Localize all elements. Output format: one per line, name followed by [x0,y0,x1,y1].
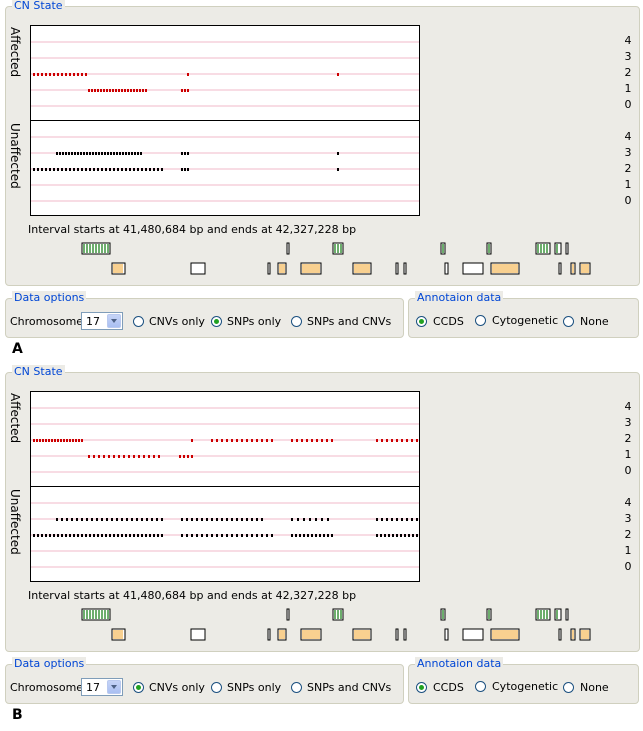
radio-none[interactable] [563,316,574,327]
radio-label-none[interactable]: None [580,315,609,328]
annotation-track[interactable] [6,373,639,651]
radio-ccds[interactable] [416,682,427,693]
chevron-down-icon[interactable] [107,680,121,694]
data-options-group: Data options Chromosome 17 CNVs only SNP… [5,291,404,338]
panel-a: CN State Affected Unaffected 4 3 2 1 0 4… [0,0,643,365]
radio-label-ccds[interactable]: CCDS [433,315,464,328]
ccds-gene-box[interactable] [286,608,290,621]
radio-label-cnvs-only[interactable]: CNVs only [149,315,205,328]
radio-none[interactable] [563,682,574,693]
radio-label-ccds[interactable]: CCDS [433,681,464,694]
radio-cnvs-only[interactable] [133,316,144,327]
chromosome-label: Chromosome [10,681,84,694]
data-options-title: Data options [12,291,87,305]
annotation-track[interactable] [6,7,639,285]
cyto-band-box[interactable] [403,262,407,275]
chromosome-value: 17 [86,315,100,328]
annotation-group: Annotaion data CCDS Cytogenetic None [408,291,639,338]
radio-ccds[interactable] [416,316,427,327]
chromosome-select[interactable]: 17 [81,678,123,696]
cyto-band-box[interactable] [395,628,399,641]
cyto-band-box[interactable] [352,628,372,641]
cyto-band-box[interactable] [352,262,372,275]
radio-label-snps-and-cnvs[interactable]: SNPs and CNVs [307,681,391,694]
panel-letter: A [12,341,23,357]
ccds-gene-box[interactable] [565,608,569,621]
ccds-gene-box[interactable] [565,242,569,255]
cn-state-group: CN State Affected Unaffected 4 3 2 1 0 4… [5,0,640,286]
radio-label-none[interactable]: None [580,681,609,694]
cyto-band-box[interactable] [190,628,206,641]
cyto-band-box[interactable] [558,262,562,275]
cn-state-group: CN State Affected Unaffected 4 3 2 1 0 4… [5,365,640,652]
radio-snps-only[interactable] [211,682,222,693]
ccds-gene-box[interactable] [554,608,562,621]
data-options-group: Data options Chromosome 17 CNVs only SNP… [5,657,404,704]
cyto-band-box[interactable] [395,262,399,275]
cyto-band-box[interactable] [462,628,484,641]
panel-b: CN State Affected Unaffected 4 3 2 1 0 4… [0,365,643,731]
annotation-group: Annotaion data CCDS Cytogenetic None [408,657,639,704]
cyto-band-box[interactable] [462,262,484,275]
radio-label-cytogenetic[interactable]: Cytogenetic [492,680,558,693]
cyto-band-box[interactable] [267,628,271,641]
ccds-gene-box[interactable] [286,242,290,255]
data-options-title: Data options [12,657,87,671]
panel-letter: B [12,707,23,723]
chromosome-value: 17 [86,681,100,694]
radio-label-snps-and-cnvs[interactable]: SNPs and CNVs [307,315,391,328]
cyto-band-box[interactable] [190,262,206,275]
chevron-down-icon[interactable] [107,314,121,328]
radio-label-cnvs-only[interactable]: CNVs only [149,681,205,694]
radio-snps-only[interactable] [211,316,222,327]
radio-label-cytogenetic[interactable]: Cytogenetic [492,314,558,327]
radio-cytogenetic[interactable] [475,681,486,692]
radio-label-snps-only[interactable]: SNPs only [227,315,281,328]
radio-snps-and-cnvs[interactable] [291,316,302,327]
cyto-band-box[interactable] [267,262,271,275]
chromosome-label: Chromosome [10,315,84,328]
radio-cytogenetic[interactable] [475,315,486,326]
cyto-band-box[interactable] [444,262,449,275]
chromosome-select[interactable]: 17 [81,312,123,330]
radio-snps-and-cnvs[interactable] [291,682,302,693]
cyto-band-box[interactable] [444,628,449,641]
radio-cnvs-only[interactable] [133,682,144,693]
cyto-band-box[interactable] [558,628,562,641]
cyto-band-box[interactable] [403,628,407,641]
annotation-title: Annotaion data [415,657,504,671]
ccds-gene-box[interactable] [554,242,562,255]
annotation-title: Annotaion data [415,291,504,305]
radio-label-snps-only[interactable]: SNPs only [227,681,281,694]
